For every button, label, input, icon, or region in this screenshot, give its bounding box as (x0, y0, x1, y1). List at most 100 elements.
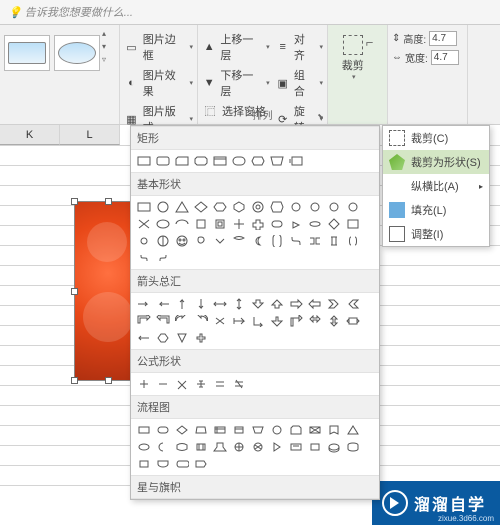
shape-icon[interactable] (193, 423, 209, 437)
shape-icon[interactable] (193, 234, 209, 248)
shape-icon[interactable] (288, 440, 304, 454)
shape-icon[interactable] (174, 440, 190, 454)
shape-icon[interactable] (155, 423, 171, 437)
shape-icon[interactable] (288, 154, 304, 168)
shape-icon[interactable] (231, 217, 247, 231)
shape-icon[interactable] (288, 234, 304, 248)
shape-icon[interactable] (231, 440, 247, 454)
shape-icon[interactable] (231, 297, 247, 311)
shape-icon[interactable] (174, 377, 190, 391)
height-input[interactable]: 4.7 (429, 31, 457, 46)
style-gallery-down-icon[interactable]: ▾ (102, 42, 114, 51)
width-input[interactable]: 4.7 (431, 50, 459, 65)
shape-icon[interactable] (307, 314, 323, 328)
shape-icon[interactable] (136, 377, 152, 391)
shape-icon[interactable] (307, 217, 323, 231)
shape-icon[interactable] (136, 331, 152, 345)
shape-icon[interactable] (250, 234, 266, 248)
shape-icon[interactable] (326, 440, 342, 454)
shape-icon[interactable] (193, 200, 209, 214)
shape-icon[interactable] (155, 251, 171, 265)
shape-icon[interactable] (250, 423, 266, 437)
shape-icon[interactable] (136, 200, 152, 214)
shape-icon[interactable] (155, 314, 171, 328)
shape-icon[interactable] (174, 457, 190, 471)
shape-icon[interactable] (288, 217, 304, 231)
shape-icon[interactable] (345, 217, 361, 231)
shape-icon[interactable] (193, 440, 209, 454)
menu-fit[interactable]: 调整(I) (383, 222, 489, 246)
shape-icon[interactable] (326, 234, 342, 248)
shape-icon[interactable] (136, 440, 152, 454)
shape-icon[interactable] (193, 314, 209, 328)
align-button[interactable]: ≡对齐▾ (276, 29, 323, 65)
shape-icon[interactable] (250, 314, 266, 328)
shape-icon[interactable] (269, 154, 285, 168)
shape-icon[interactable] (212, 297, 228, 311)
shape-icon[interactable] (231, 154, 247, 168)
group-button[interactable]: ▣组合▾ (276, 65, 323, 101)
shape-icon[interactable] (326, 423, 342, 437)
shape-icon[interactable] (307, 297, 323, 311)
shape-icon[interactable] (307, 200, 323, 214)
crop-mark-icon[interactable]: ⌐ (366, 35, 374, 81)
shape-icon[interactable] (155, 154, 171, 168)
shape-icon[interactable] (136, 314, 152, 328)
picture-border-button[interactable]: ▭图片边框▾ (124, 29, 193, 65)
shape-icon[interactable] (345, 234, 361, 248)
shape-icon[interactable] (231, 314, 247, 328)
shape-icon[interactable] (193, 217, 209, 231)
shape-icon[interactable] (193, 154, 209, 168)
shape-icon[interactable] (250, 154, 266, 168)
shape-icon[interactable] (269, 423, 285, 437)
shape-icon[interactable] (326, 200, 342, 214)
arrange-launcher-icon[interactable]: ⬊ (317, 112, 324, 121)
crop-group[interactable]: 裁剪 ▾ ⌐ (328, 25, 388, 124)
shape-icon[interactable] (174, 297, 190, 311)
shape-icon[interactable] (212, 314, 228, 328)
shape-icon[interactable] (155, 457, 171, 471)
shape-icon[interactable] (174, 217, 190, 231)
shape-icon[interactable] (307, 234, 323, 248)
shape-icon[interactable] (345, 440, 361, 454)
shape-icon[interactable] (136, 423, 152, 437)
shape-icon[interactable] (231, 377, 247, 391)
shape-icon[interactable] (155, 234, 171, 248)
shape-icon[interactable] (136, 234, 152, 248)
shape-icon[interactable] (174, 423, 190, 437)
shape-icon[interactable] (288, 314, 304, 328)
shape-icon[interactable] (231, 423, 247, 437)
tell-me-box[interactable]: 💡 告诉我您想要做什么... (0, 0, 500, 25)
col-header-k[interactable]: K (0, 125, 60, 145)
shape-icon[interactable] (155, 440, 171, 454)
shape-icon[interactable] (136, 297, 152, 311)
shape-icon[interactable] (269, 200, 285, 214)
shape-icon[interactable] (345, 297, 361, 311)
shape-icon[interactable] (231, 234, 247, 248)
shape-icon[interactable] (269, 297, 285, 311)
shape-icon[interactable] (155, 217, 171, 231)
shape-icon[interactable] (269, 314, 285, 328)
shape-icon[interactable] (250, 297, 266, 311)
shape-icon[interactable] (250, 217, 266, 231)
style-thumb-2[interactable] (54, 35, 100, 71)
shape-icon[interactable] (212, 200, 228, 214)
shape-icon[interactable] (136, 217, 152, 231)
shape-icon[interactable] (193, 297, 209, 311)
send-backward-button[interactable]: ▼下移一层▾ (202, 65, 270, 101)
style-thumb-1[interactable] (4, 35, 50, 71)
shape-icon[interactable] (212, 440, 228, 454)
shape-icon[interactable] (345, 314, 361, 328)
shape-icon[interactable] (326, 314, 342, 328)
shape-icon[interactable] (212, 377, 228, 391)
menu-fill[interactable]: 填充(L) (383, 198, 489, 222)
shape-icon[interactable] (288, 297, 304, 311)
shape-icon[interactable] (288, 200, 304, 214)
shape-icon[interactable] (155, 377, 171, 391)
shape-icon[interactable] (155, 200, 171, 214)
menu-aspect-ratio[interactable]: 纵横比(A)▸ (383, 174, 489, 198)
menu-crop[interactable]: 裁剪(C) (383, 126, 489, 150)
style-gallery-more-icon[interactable]: ▿ (102, 55, 114, 64)
shape-icon[interactable] (174, 314, 190, 328)
style-gallery-up-icon[interactable]: ▴ (102, 29, 114, 38)
